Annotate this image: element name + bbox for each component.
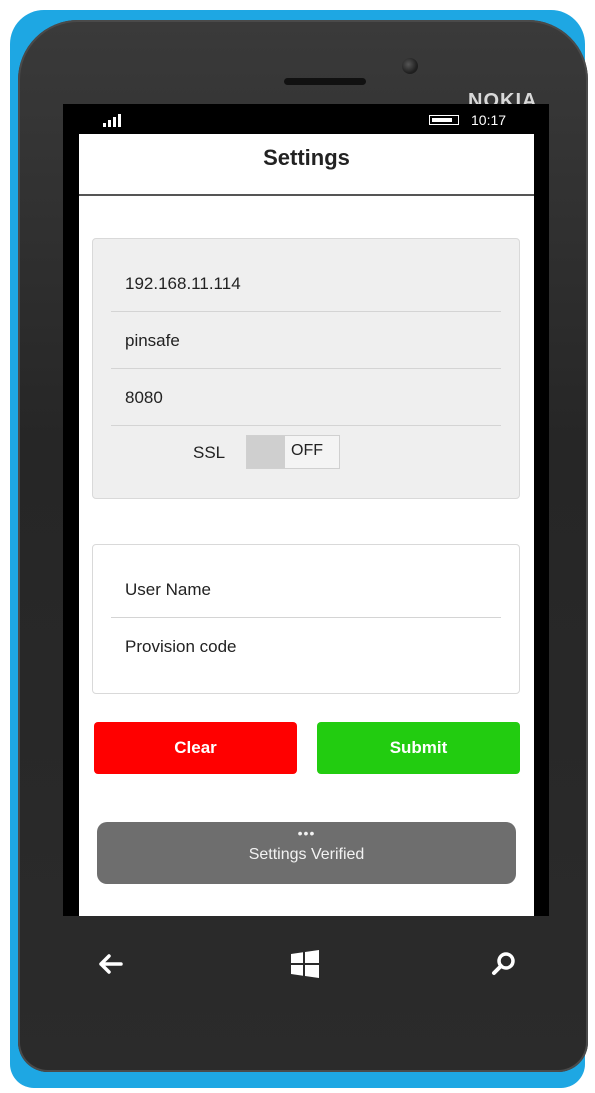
back-arrow-icon[interactable] [95,948,127,980]
submit-button[interactable]: Submit [317,722,520,774]
ssl-toggle-knob[interactable] [247,436,285,468]
battery-icon [429,115,459,125]
ssl-label: SSL [193,443,226,462]
clear-button[interactable]: Clear [94,722,297,774]
ssl-toggle[interactable]: OFF [246,435,340,469]
server-site-field[interactable]: pinsafe [111,312,501,369]
settings-verified-toast: ••• Settings Verified [97,822,516,884]
settings-app: Settings 192.168.11.114 pinsafe 8080 SSL… [79,134,534,916]
credentials-panel: User Name Provision code [92,544,520,694]
status-bar: 10:17 [63,104,549,134]
signal-bars-icon [103,113,129,127]
server-port-field[interactable]: 8080 [111,369,501,426]
username-field[interactable]: User Name [111,561,501,618]
toast-ellipsis: ••• [297,825,316,841]
phone-screen: 10:17 Settings 192.168.11.114 pinsafe 80… [63,104,549,916]
app-header: Settings [79,134,534,196]
server-host-field[interactable]: 192.168.11.114 [111,255,501,312]
server-settings-panel: 192.168.11.114 pinsafe 8080 SSL OFF [92,238,520,499]
front-camera-icon [402,58,418,74]
ssl-toggle-state: OFF [291,442,323,459]
windows-start-icon[interactable] [289,948,321,980]
ssl-setting-row: SSL OFF [93,431,521,473]
earpiece-speaker [284,78,366,85]
provision-code-field[interactable]: Provision code [111,618,501,675]
status-clock: 10:17 [471,112,507,128]
page-title: Settings [263,145,350,170]
search-icon[interactable] [488,948,520,980]
toast-message: Settings Verified [248,846,365,863]
